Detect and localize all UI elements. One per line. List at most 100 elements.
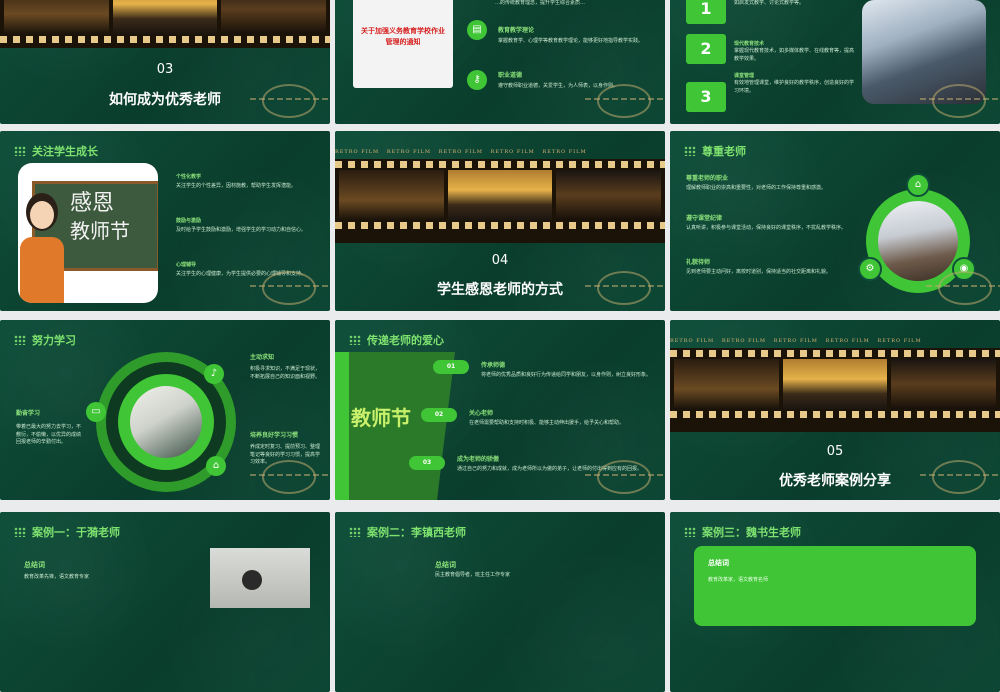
item-desc: 掌握现代教育技术，如多媒体教学、在线教育等，提高教学效果。: [734, 48, 855, 62]
slide-title: 关注学生成长: [32, 145, 98, 158]
dots-icon: [684, 146, 696, 156]
top-text: …的传统教育理念，提升学生综合素质…: [495, 0, 586, 6]
item-title: 成为老师的骄傲: [457, 456, 500, 463]
monitor-icon: ▭: [86, 402, 106, 422]
item-desc: 及时给予学生鼓励和激励，增强学生的学习动力和自信心。: [176, 227, 307, 233]
step-number: 1: [686, 0, 726, 24]
retro-label: RETRO FILM RETRO FILM RETRO FILM RETRO F…: [335, 149, 587, 155]
item-desc: 关注学生的个性差异，因材施教，帮助学生发挥潜能。: [176, 183, 297, 189]
slide-header: 案例二：李镇西老师: [349, 524, 466, 540]
slide-thumb-6[interactable]: 尊重老师 尊重老师的职业 理解教师职业的崇高和重要性，对老师的工作保持尊重和感激…: [670, 131, 1000, 311]
board-text: 教师节: [70, 219, 130, 243]
item-desc: 见到老师要主动问好，离校时道别，保持适当的社交距离和礼貌。: [686, 269, 832, 275]
slide-thumb-1[interactable]: 03 如何成为优秀老师: [0, 0, 330, 124]
notice-card: 关于加强义务教育学校作业管理的通知: [353, 0, 453, 88]
step-badge: 01: [433, 360, 469, 374]
step-number: 3: [686, 82, 726, 112]
item-desc: 有效地管理课堂，维护良好的教学秩序，创造良好的学习环境。: [734, 80, 855, 94]
teacher-figure: [20, 193, 66, 303]
section-number: 05: [826, 444, 844, 459]
film-frame-1: [674, 359, 779, 409]
dots-icon: [14, 146, 26, 156]
dots-icon: [349, 527, 361, 537]
book-icon: ▤: [467, 20, 487, 40]
slide-thumb-7[interactable]: 努力学习 ♪ ▭ ⌂ 主动求知 积极寻求知识，不满足于现状，不断拓展自己的知识面…: [0, 320, 330, 500]
step-number: 2: [686, 34, 726, 64]
slide-title: 努力学习: [32, 334, 76, 347]
postmark-stamp: [250, 271, 328, 305]
slide-header: 传递老师的爱心: [349, 332, 444, 348]
board-text: 感恩: [70, 191, 115, 216]
slide-thumb-2[interactable]: 关于加强义务教育学校作业管理的通知 …的传统教育理念，提升学生综合素质… ▤ 教…: [335, 0, 665, 124]
step-badge: 02: [421, 408, 457, 422]
step-badge: 03: [409, 456, 445, 470]
item-title: 礼貌待师: [686, 259, 711, 266]
section-number: 03: [156, 62, 174, 77]
slide-thumb-4[interactable]: 关注学生成长 感恩 教师节 个性化教学 关注学生的个性差异，因材施教，帮助学生发…: [0, 131, 330, 311]
item-desc: 积极寻求知识，不满足于现状，不断拓展自己的知识面和视野。: [250, 366, 321, 380]
item-title: 鼓励与激励: [176, 218, 202, 224]
slide-header: 尊重老师: [684, 143, 746, 159]
item-title: 关心老师: [469, 410, 494, 417]
postmark-stamp: [920, 84, 998, 118]
item-title: 课堂管理: [734, 73, 755, 79]
slide-thumb-10[interactable]: 案例一：于漪老师 总结词 教育改革先锋，语文教育专家: [0, 512, 330, 692]
slide-header: 关注学生成长: [14, 143, 98, 159]
dots-icon: [14, 527, 26, 537]
postmark-stamp: [585, 460, 663, 494]
slide-title: 传递老师的爱心: [367, 334, 444, 347]
postmark-stamp: [250, 84, 328, 118]
item-desc: 理解教师职业的崇高和重要性，对老师的工作保持尊重和感激。: [686, 185, 827, 191]
item-desc: 认真听讲，积极参与课堂活动，保持良好的课堂秩序，不扰乱教学秩序。: [686, 225, 847, 231]
item-desc: 带着已最大的努力去学习，不敷衍，不偷懒，以优异的成绩回报老师的辛勤付出。: [16, 424, 82, 445]
item-title: 遵守课堂纪律: [686, 215, 723, 222]
slide-thumb-12[interactable]: 案例三：魏书生老师 总结词 教育改革家，语文教育名师: [670, 512, 1000, 692]
summary-text: 民主教育倡导者，班主任工作专家: [435, 572, 511, 578]
section-number: 04: [491, 253, 509, 268]
notice-title: 关于加强义务教育学校作业管理的通知: [361, 27, 445, 46]
bank-icon: ⌂: [206, 456, 226, 476]
postmark-stamp: [250, 460, 328, 494]
summary-label: 总结词: [708, 559, 729, 567]
postmark-stamp: [920, 460, 998, 494]
postmark-stamp: [926, 271, 1000, 305]
teacher-photo: [210, 548, 310, 608]
item-title: 主动求知: [250, 354, 275, 361]
summary-text: 教育改革先锋，语文教育专家: [24, 574, 90, 580]
item-title: 心理辅导: [176, 262, 197, 268]
slide-header: 案例一：于漪老师: [14, 524, 120, 540]
film-frame-1: [339, 170, 444, 220]
study-photo: [130, 386, 202, 458]
film-frame-1: [4, 0, 109, 34]
bank-icon: ⌂: [906, 173, 930, 197]
slide-title: 案例一：于漪老师: [32, 526, 120, 539]
slide-thumb-8[interactable]: 传递老师的爱心 教师节 01 传承师德 将老师的优秀品质和良好行为传递给同学和朋…: [335, 320, 665, 500]
key-icon: ⚷: [467, 70, 487, 90]
film-frame-3: [221, 0, 327, 34]
dots-icon: [349, 335, 361, 345]
film-strip: [670, 348, 1000, 432]
slide-thumb-11[interactable]: 案例二：李镇西老师 总结词 民主教育倡导者，班主任工作专家: [335, 512, 665, 692]
film-frame-3: [891, 359, 997, 409]
slide-header: 案例三：魏书生老师: [684, 524, 801, 540]
slide-thumb-9[interactable]: RETRO FILM RETRO FILM RETRO FILM RETRO F…: [670, 320, 1000, 500]
item-title: 培养良好学习习惯: [250, 432, 299, 439]
item-title: 教育教学理论: [498, 27, 535, 34]
item-desc: 掌握教育学、心理学等教育教学理论，能够更好地指导教学实践。: [498, 38, 644, 44]
film-strip: [0, 0, 330, 48]
teacher-board-card: 感恩 教师节: [18, 163, 158, 303]
dots-icon: [14, 335, 26, 345]
slide-title: 案例三：魏书生老师: [702, 526, 801, 539]
slide-thumb-5[interactable]: RETRO FILM RETRO FILM RETRO FILM RETRO F…: [335, 131, 665, 311]
dots-icon: [684, 527, 696, 537]
postmark-stamp: [585, 84, 663, 118]
board-card: 教师节: [335, 352, 455, 500]
item-title: 尊重老师的职业: [686, 175, 729, 182]
film-strip: [335, 159, 665, 243]
slide-thumb-3[interactable]: 1 如启发式教学、讨论式教学等。 2 现代教育技术 掌握现代教育技术，如多媒体教…: [670, 0, 1000, 124]
summary-text: 教育改革家，语文教育名师: [708, 577, 769, 583]
slide-title: 尊重老师: [702, 145, 746, 158]
top-text: 如启发式教学、讨论式教学等。: [734, 0, 805, 6]
summary-card: 总结词 教育改革家，语文教育名师: [694, 546, 976, 626]
summary-label: 总结词: [435, 561, 456, 569]
